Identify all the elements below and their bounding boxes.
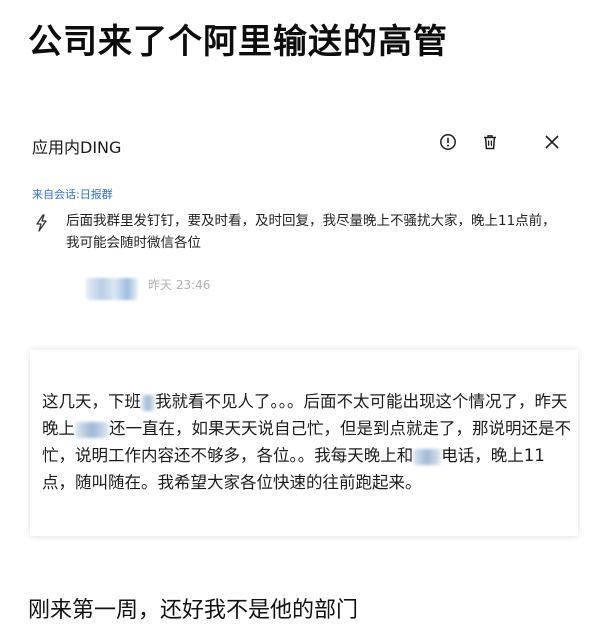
info-icon[interactable]	[436, 130, 460, 154]
message-time: 昨天 23:46	[148, 278, 211, 292]
caption: 刚来第一周，还好我不是他的部门	[28, 598, 359, 623]
source-conversation[interactable]: 来自会话:日报群	[32, 186, 113, 202]
redacted-mark	[75, 421, 109, 438]
close-icon[interactable]	[540, 130, 564, 154]
avatar	[86, 278, 138, 300]
headline: 公司来了个阿里输送的高管	[28, 22, 448, 62]
chat-screenshot-card: 这几天，下班 我就看不见人了。。。后面不太可能出现这个情况了，昨天晚上 还一直在，如…	[30, 350, 578, 536]
chat-message: 这几天，下班 我就看不见人了。。。后面不太可能出现这个情况了，昨天晚上 还一直在，如…	[42, 388, 572, 496]
bolt-icon	[36, 214, 47, 232]
ding-card-title: 应用内DING	[32, 138, 122, 157]
redacted-mark	[141, 394, 155, 411]
ding-notification-card: 应用内DING 来自会话:日报群 后面我群里发钉钉，要及时看，及时回复，我尽量晚…	[16, 110, 584, 310]
trash-icon[interactable]	[478, 130, 502, 154]
ding-message: 后面我群里发钉钉，要及时看，及时回复，我尽量晚上不骚扰大家，晚上11点前，我可能…	[66, 213, 556, 251]
chat-text-seg1: 这几天，下班	[42, 392, 141, 411]
redacted-mark	[413, 448, 442, 465]
